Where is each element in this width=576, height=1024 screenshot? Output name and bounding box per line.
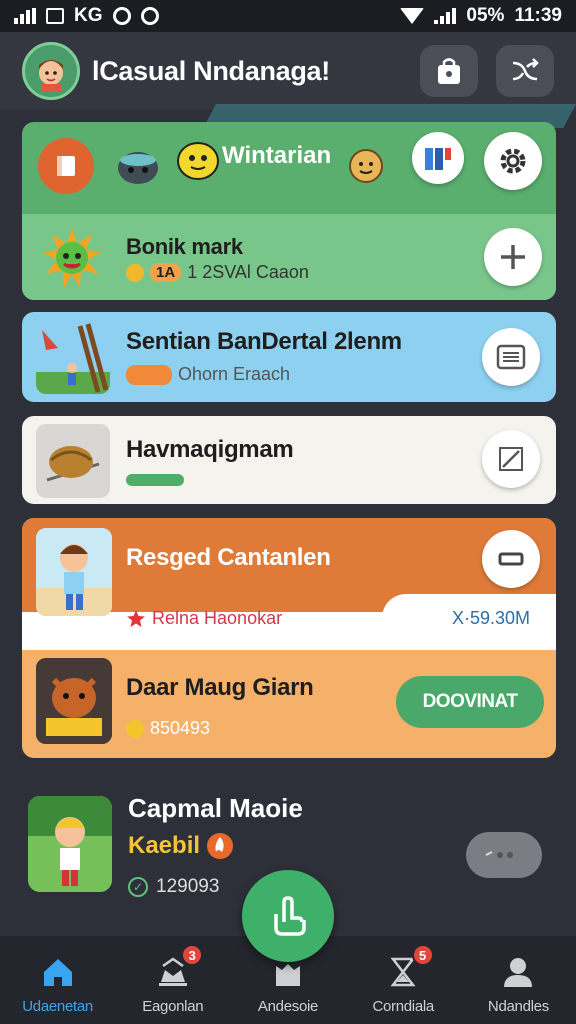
signal-icon [14, 8, 36, 24]
flame-icon [207, 833, 234, 859]
nav-item-home[interactable]: Udaenetan [0, 936, 115, 1024]
card1-pill: 1A [150, 263, 182, 282]
user-icon [504, 958, 533, 987]
card4-count: 850493 [150, 718, 211, 738]
featured-count: 129093 [156, 876, 220, 897]
image-notification-icon [46, 8, 64, 24]
featured-count-row: ✓ 129093 [128, 876, 219, 898]
shopping-bag-icon [438, 58, 460, 84]
hand-tap-icon [274, 896, 306, 936]
status-left-text: KG [74, 5, 103, 26]
shuffle-icon [512, 58, 539, 81]
featured-subtitle-row: Kaebil [128, 832, 234, 860]
nav-label: Udaenetan [22, 998, 93, 1015]
coin-icon [126, 719, 144, 738]
star-icon [127, 609, 145, 627]
nav-item-profile[interactable]: Ndandles [461, 936, 576, 1024]
add-button[interactable] [484, 228, 542, 286]
card1-subtitle: 1 2SVAl Caaon [187, 262, 309, 282]
card4-second-title: Daar Maug Giarn [126, 674, 314, 701]
calendar-icon [425, 148, 451, 170]
card2-subtitle: Ohorn Eraach [178, 364, 291, 384]
status-bar: KG 05% 11:39 [0, 0, 576, 32]
record-icon [140, 7, 159, 25]
notification-badge: 5 [411, 944, 434, 966]
chat-icon [485, 851, 513, 858]
nav-label: Corndiala [372, 998, 434, 1015]
game-thumbnail [36, 528, 112, 616]
gear-icon [500, 148, 526, 174]
expand-icon [499, 447, 523, 471]
game-thumbnail [36, 320, 110, 394]
sync-icon [112, 7, 131, 25]
card1-title: Bonik mark [126, 234, 243, 259]
card1-label: Wintarian [222, 142, 332, 169]
nav-label: Ndandles [487, 998, 549, 1015]
featured-thumbnail[interactable] [28, 796, 112, 892]
home-icon [43, 959, 72, 986]
helmet-icon [110, 138, 166, 194]
app-title: lCasual Nndanaga! [92, 55, 330, 86]
game-card-sentian[interactable]: Sentian BanDertal 2lenm Ohorn Eraach [22, 312, 556, 402]
clock: 11:39 [514, 5, 562, 26]
card4-tag-row: Relna Haonokar [126, 608, 282, 629]
card4-price: X·59.30M [452, 608, 531, 628]
battery-level: 05% [466, 5, 505, 26]
book-icon[interactable] [38, 138, 94, 194]
chat-bubble-button[interactable] [466, 832, 542, 878]
card2-subtitle-row: Ohorn Eraach [126, 364, 290, 385]
daily-rewards-card[interactable]: Wintarian Bonik mark 1A 1 2SVAl Caaon [22, 122, 556, 300]
nav-item-trophy[interactable]: 3 Eagonlan [115, 936, 230, 1024]
nav-label: Andesoie [257, 998, 319, 1015]
plus-icon [501, 245, 525, 269]
card1-subtitle-row: 1A 1 2SVAl Caaon [126, 262, 309, 283]
calendar-button[interactable] [412, 132, 464, 184]
featured-title: Capmal Maoie [128, 793, 303, 823]
app-header: lCasual Nndanaga! [0, 32, 576, 110]
game-thumbnail [36, 424, 110, 498]
shuffle-button[interactable] [496, 45, 554, 97]
sun-face-icon [40, 226, 104, 290]
shop-button[interactable] [420, 45, 478, 97]
card2-title: Sentian BanDertal 2lenm [126, 328, 402, 355]
settings-button[interactable] [484, 132, 542, 190]
cell-signal-icon [434, 8, 457, 24]
game-card-resged[interactable]: Resged Cantanlen Relna Haonokar X·59.30M… [22, 518, 556, 758]
nav-item-hourglass[interactable]: 5 Corndiala [346, 936, 461, 1024]
boy-avatar-icon[interactable] [22, 42, 80, 100]
fire-badge-icon [126, 364, 172, 385]
notification-badge: 3 [181, 944, 204, 966]
coin-icon [126, 263, 144, 282]
featured-subtitle: Kaebil [128, 832, 201, 859]
minus-box-icon [498, 552, 524, 566]
game-thumbnail-2 [36, 658, 112, 744]
download-button[interactable]: DOOVINAT [396, 676, 544, 728]
check-icon: ✓ [128, 877, 148, 897]
expand-button[interactable] [482, 430, 540, 488]
list-button[interactable] [482, 328, 540, 386]
card4-count-row: 850493 [126, 718, 210, 739]
card3-progress-bar [126, 474, 184, 486]
card4-tag: Relna Haonokar [152, 608, 283, 628]
play-fab-button[interactable] [242, 870, 334, 962]
card3-title: Havmaqigmam [126, 436, 294, 463]
list-icon [496, 344, 526, 370]
nav-label: Eagonlan [142, 998, 204, 1015]
wifi-icon [400, 8, 425, 24]
lemon-face-icon [170, 132, 226, 188]
card4-title: Resged Cantanlen [126, 544, 331, 571]
card4-action-button[interactable] [482, 530, 540, 588]
game-card-havmaqigmam[interactable]: Havmaqigmam [22, 416, 556, 504]
cookie-face-icon [338, 138, 394, 194]
